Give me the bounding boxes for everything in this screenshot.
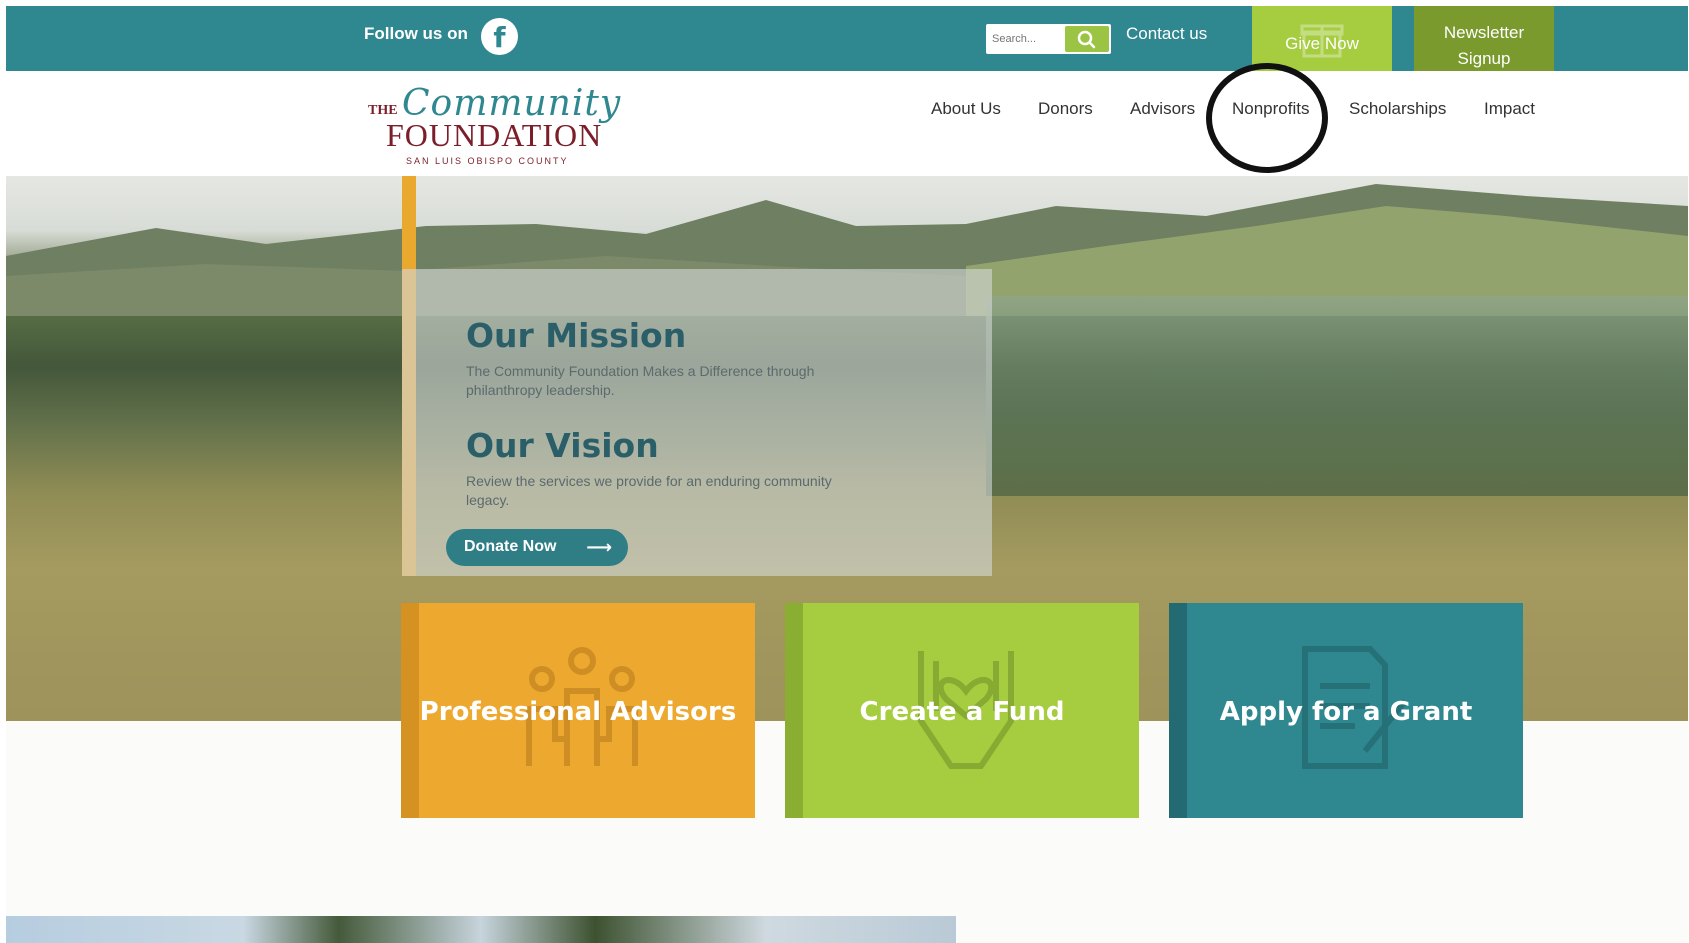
card-apply-for-a-grant[interactable]: Apply for a Grant xyxy=(1169,603,1523,818)
nav-scholarships[interactable]: Scholarships xyxy=(1349,99,1446,119)
nav-about-us[interactable]: About Us xyxy=(931,99,1001,119)
next-section-image xyxy=(6,916,956,943)
search-icon xyxy=(1077,30,1096,49)
vision-heading: Our Vision xyxy=(466,426,659,465)
nav-donors[interactable]: Donors xyxy=(1038,99,1093,119)
nav-impact[interactable]: Impact xyxy=(1484,99,1535,119)
mission-heading: Our Mission xyxy=(466,316,687,355)
logo-county: SAN LUIS OBISPO COUNTY xyxy=(406,156,569,166)
search-box xyxy=(986,24,1111,54)
site-header: THE Community FOUNDATION SAN LUIS OBISPO… xyxy=(6,63,1688,176)
card-title: Professional Advisors xyxy=(419,697,737,727)
card-create-a-fund[interactable]: Create a Fund xyxy=(785,603,1139,818)
town-image xyxy=(986,296,1688,496)
top-bar: Follow us on f Contact us Give Now Newsl… xyxy=(6,6,1688,81)
card-title: Apply for a Grant xyxy=(1219,697,1473,727)
follow-us-label: Follow us on xyxy=(364,24,468,43)
card-title: Create a Fund xyxy=(859,697,1065,727)
nav-advisors[interactable]: Advisors xyxy=(1130,99,1195,119)
newsletter-signup-button[interactable]: Newsletter Signup xyxy=(1414,6,1554,81)
vision-text: Review the services we provide for an en… xyxy=(466,473,832,508)
search-input[interactable] xyxy=(986,24,1076,54)
highlight-circle-annotation xyxy=(1206,63,1328,173)
give-now-label: Give Now xyxy=(1285,34,1359,53)
arrow-right-icon: ⟶ xyxy=(586,537,612,557)
donate-now-label: Donate Now xyxy=(464,538,557,555)
card-professional-advisors[interactable]: Professional Advisors xyxy=(401,603,755,818)
contact-us-link[interactable]: Contact us xyxy=(1126,24,1207,44)
site-logo[interactable]: THE Community FOUNDATION SAN LUIS OBISPO… xyxy=(368,83,620,166)
logo-foundation: FOUNDATION xyxy=(386,117,603,153)
donate-now-button[interactable]: Donate Now ⟶ xyxy=(446,529,628,566)
mission-text: The Community Foundation Makes a Differe… xyxy=(466,363,815,398)
facebook-icon[interactable]: f xyxy=(481,18,518,55)
newsletter-label: Newsletter Signup xyxy=(1443,23,1525,68)
search-button[interactable] xyxy=(1065,26,1109,52)
page: Follow us on f Contact us Give Now Newsl… xyxy=(6,6,1688,943)
